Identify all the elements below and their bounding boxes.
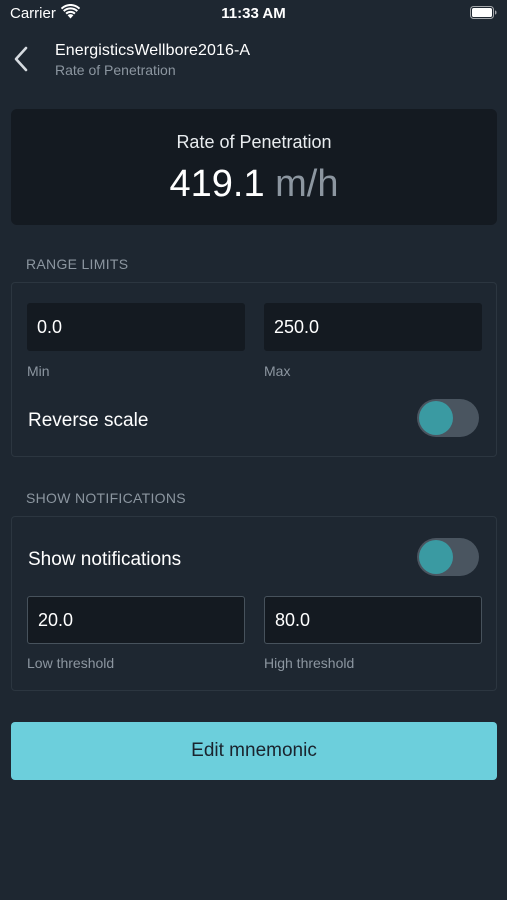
battery-full-icon xyxy=(470,6,497,19)
high-threshold-field[interactable]: 80.0 xyxy=(264,596,482,644)
toggle-knob xyxy=(419,401,453,435)
value-number: 419.1 xyxy=(169,163,265,205)
value-label: Rate of Penetration xyxy=(176,132,332,152)
chevron-left-icon[interactable] xyxy=(12,46,30,72)
range-limits-header: RANGE LIMITS xyxy=(26,256,129,272)
min-label: Min xyxy=(27,363,50,379)
screen: Carrier 11:33 AM EnergisticsWellbore2016… xyxy=(0,0,507,900)
value-unit: m/h xyxy=(275,163,339,205)
status-bar: Carrier 11:33 AM xyxy=(0,0,507,28)
range-limits-group: 0.0 250.0 Min Max Reverse scale xyxy=(11,282,497,457)
reverse-scale-label: Reverse scale xyxy=(28,410,149,431)
min-field[interactable]: 0.0 xyxy=(27,303,245,351)
show-notifications-label: Show notifications xyxy=(28,549,182,570)
reverse-scale-toggle[interactable] xyxy=(417,399,479,437)
max-field[interactable]: 250.0 xyxy=(264,303,482,351)
page-title: EnergisticsWellbore2016-A xyxy=(55,42,251,59)
high-threshold-label: High threshold xyxy=(264,655,355,671)
edit-mnemonic-button[interactable]: Edit mnemonic xyxy=(11,722,497,780)
page-subtitle: Rate of Penetration xyxy=(55,62,176,78)
value-card: Rate of Penetration 419.1 m/h xyxy=(11,109,497,225)
notifications-group: Show notifications 20.0 80.0 Low thresho… xyxy=(11,516,497,691)
value-readout: 419.1 m/h xyxy=(11,163,497,206)
low-threshold-field[interactable]: 20.0 xyxy=(27,596,245,644)
toggle-knob xyxy=(419,540,453,574)
low-threshold-label: Low threshold xyxy=(27,655,115,671)
notifications-header: SHOW NOTIFICATIONS xyxy=(26,490,186,506)
show-notifications-toggle[interactable] xyxy=(417,538,479,576)
clock: 11:33 AM xyxy=(221,5,286,22)
max-label: Max xyxy=(264,363,291,379)
